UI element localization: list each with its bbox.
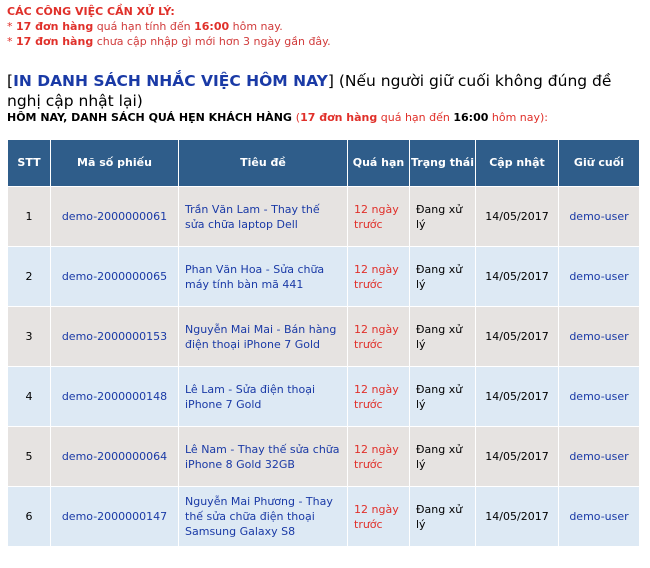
table-row: 1 demo-2000000061 Trần Văn Lam - Thay th… xyxy=(7,186,640,247)
table-row: 3 demo-2000000153 Nguyễn Mai Mai - Bán h… xyxy=(7,306,640,367)
cell-stt: 4 xyxy=(7,366,51,427)
cell-stt: 5 xyxy=(7,426,51,487)
alert-overdue: * 17 đơn hàng quá hạn tính đến 16:00 hôm… xyxy=(7,19,331,34)
cell-updated: 14/05/2017 xyxy=(475,246,559,307)
cell-updated: 14/05/2017 xyxy=(475,426,559,487)
cell-stt: 1 xyxy=(7,186,51,247)
cell-updated: 14/05/2017 xyxy=(475,186,559,247)
cell-overdue: 12 ngày trước xyxy=(347,426,410,487)
alerts-panel: CÁC CÔNG VIỆC CẦN XỬ LÝ: * 17 đơn hàng q… xyxy=(7,4,331,49)
subtitle-mid: quá hạn đến xyxy=(377,111,454,124)
cell-overdue: 12 ngày trước xyxy=(347,246,410,307)
alert-suffix: hôm nay. xyxy=(229,20,283,33)
table-header-row: STT Mã số phiếu Tiêu đề Quá hạn Trạng th… xyxy=(7,139,640,187)
alert-stale: * 17 đơn hàng chưa cập nhập gì mới hơn 3… xyxy=(7,34,331,49)
print-reminder-link[interactable]: IN DANH SÁCH NHẮC VIỆC HÔM NAY xyxy=(13,72,328,90)
cell-status: Đang xử lý xyxy=(409,486,476,547)
alerts-title: CÁC CÔNG VIỆC CẦN XỬ LÝ: xyxy=(7,5,175,18)
table-row: 4 demo-2000000148 Lê Lam - Sửa điện thoạ… xyxy=(7,366,640,427)
header-status: Trạng thái xyxy=(409,139,476,187)
cell-updated: 14/05/2017 xyxy=(475,366,559,427)
cell-code-link[interactable]: demo-2000000148 xyxy=(50,366,179,427)
header-updated: Cập nhật xyxy=(475,139,559,187)
cell-code-link[interactable]: demo-2000000061 xyxy=(50,186,179,247)
cell-overdue: 12 ngày trước xyxy=(347,486,410,547)
alert-bullet: * xyxy=(7,20,16,33)
cell-holder-link[interactable]: demo-user xyxy=(558,246,640,307)
table-row: 6 demo-2000000147 Nguyễn Mai Phương - Th… xyxy=(7,486,640,547)
cell-status: Đang xử lý xyxy=(409,426,476,487)
alert-text: quá hạn tính đến xyxy=(93,20,195,33)
cell-holder-link[interactable]: demo-user xyxy=(558,426,640,487)
cell-code-link[interactable]: demo-2000000153 xyxy=(50,306,179,367)
cell-overdue: 12 ngày trước xyxy=(347,306,410,367)
cell-title-link[interactable]: Phan Văn Hoa - Sửa chữa máy tính bàn mã … xyxy=(178,246,348,307)
cell-overdue: 12 ngày trước xyxy=(347,366,410,427)
cell-title-link[interactable]: Nguyễn Mai Mai - Bán hàng điện thoại iPh… xyxy=(178,306,348,367)
table-row: 2 demo-2000000065 Phan Văn Hoa - Sửa chữ… xyxy=(7,246,640,307)
cell-holder-link[interactable]: demo-user xyxy=(558,186,640,247)
cell-overdue: 12 ngày trước xyxy=(347,186,410,247)
cell-title-link[interactable]: Trần Văn Lam - Thay thế sửa chữa laptop … xyxy=(178,186,348,247)
subtitle-paren-close: ): xyxy=(540,111,549,124)
cell-holder-link[interactable]: demo-user xyxy=(558,366,640,427)
subtitle-end: hôm nay xyxy=(488,111,541,124)
alert-text: chưa cập nhập gì mới hơn 3 ngày gần đây. xyxy=(93,35,331,48)
alert-bullet: * xyxy=(7,35,16,48)
header-holder: Giữ cuối xyxy=(558,139,640,187)
cell-holder-link[interactable]: demo-user xyxy=(558,486,640,547)
cell-updated: 14/05/2017 xyxy=(475,306,559,367)
header-title: Tiêu đề xyxy=(178,139,348,187)
alert-count: 17 đơn hàng xyxy=(16,35,94,48)
cell-status: Đang xử lý xyxy=(409,306,476,367)
cell-code-link[interactable]: demo-2000000065 xyxy=(50,246,179,307)
cell-title-link[interactable]: Lê Lam - Sửa điện thoại iPhone 7 Gold xyxy=(178,366,348,427)
cell-status: Đang xử lý xyxy=(409,186,476,247)
cell-code-link[interactable]: demo-2000000064 xyxy=(50,426,179,487)
alert-count: 17 đơn hàng xyxy=(16,20,94,33)
print-heading: [IN DANH SÁCH NHẮC VIỆC HÔM NAY] (Nếu ng… xyxy=(7,71,647,111)
subtitle-count: 17 đơn hàng xyxy=(300,111,378,124)
cell-stt: 3 xyxy=(7,306,51,367)
cell-code-link[interactable]: demo-2000000147 xyxy=(50,486,179,547)
header-code: Mã số phiếu xyxy=(50,139,179,187)
alert-time: 16:00 xyxy=(194,20,230,33)
cell-stt: 6 xyxy=(7,486,51,547)
cell-stt: 2 xyxy=(7,246,51,307)
overdue-subtitle: HÔM NAY, DANH SÁCH QUÁ HẸN KHÁCH HÀNG (1… xyxy=(7,110,548,125)
cell-holder-link[interactable]: demo-user xyxy=(558,306,640,367)
cell-updated: 14/05/2017 xyxy=(475,486,559,547)
overdue-table: STT Mã số phiếu Tiêu đề Quá hạn Trạng th… xyxy=(7,139,640,547)
table-row: 5 demo-2000000064 Lê Nam - Thay thế sửa … xyxy=(7,426,640,487)
header-stt: STT xyxy=(7,139,51,187)
cell-title-link[interactable]: Lê Nam - Thay thế sửa chữa iPhone 8 Gold… xyxy=(178,426,348,487)
subtitle-time: 16:00 xyxy=(453,111,489,124)
cell-status: Đang xử lý xyxy=(409,246,476,307)
subtitle-text: HÔM NAY, DANH SÁCH QUÁ HẸN KHÁCH HÀNG xyxy=(7,111,296,124)
header-overdue: Quá hạn xyxy=(347,139,410,187)
page: CÁC CÔNG VIỆC CẦN XỬ LÝ: * 17 đơn hàng q… xyxy=(0,0,650,568)
cell-title-link[interactable]: Nguyễn Mai Phương - Thay thế sửa chữa đi… xyxy=(178,486,348,547)
cell-status: Đang xử lý xyxy=(409,366,476,427)
